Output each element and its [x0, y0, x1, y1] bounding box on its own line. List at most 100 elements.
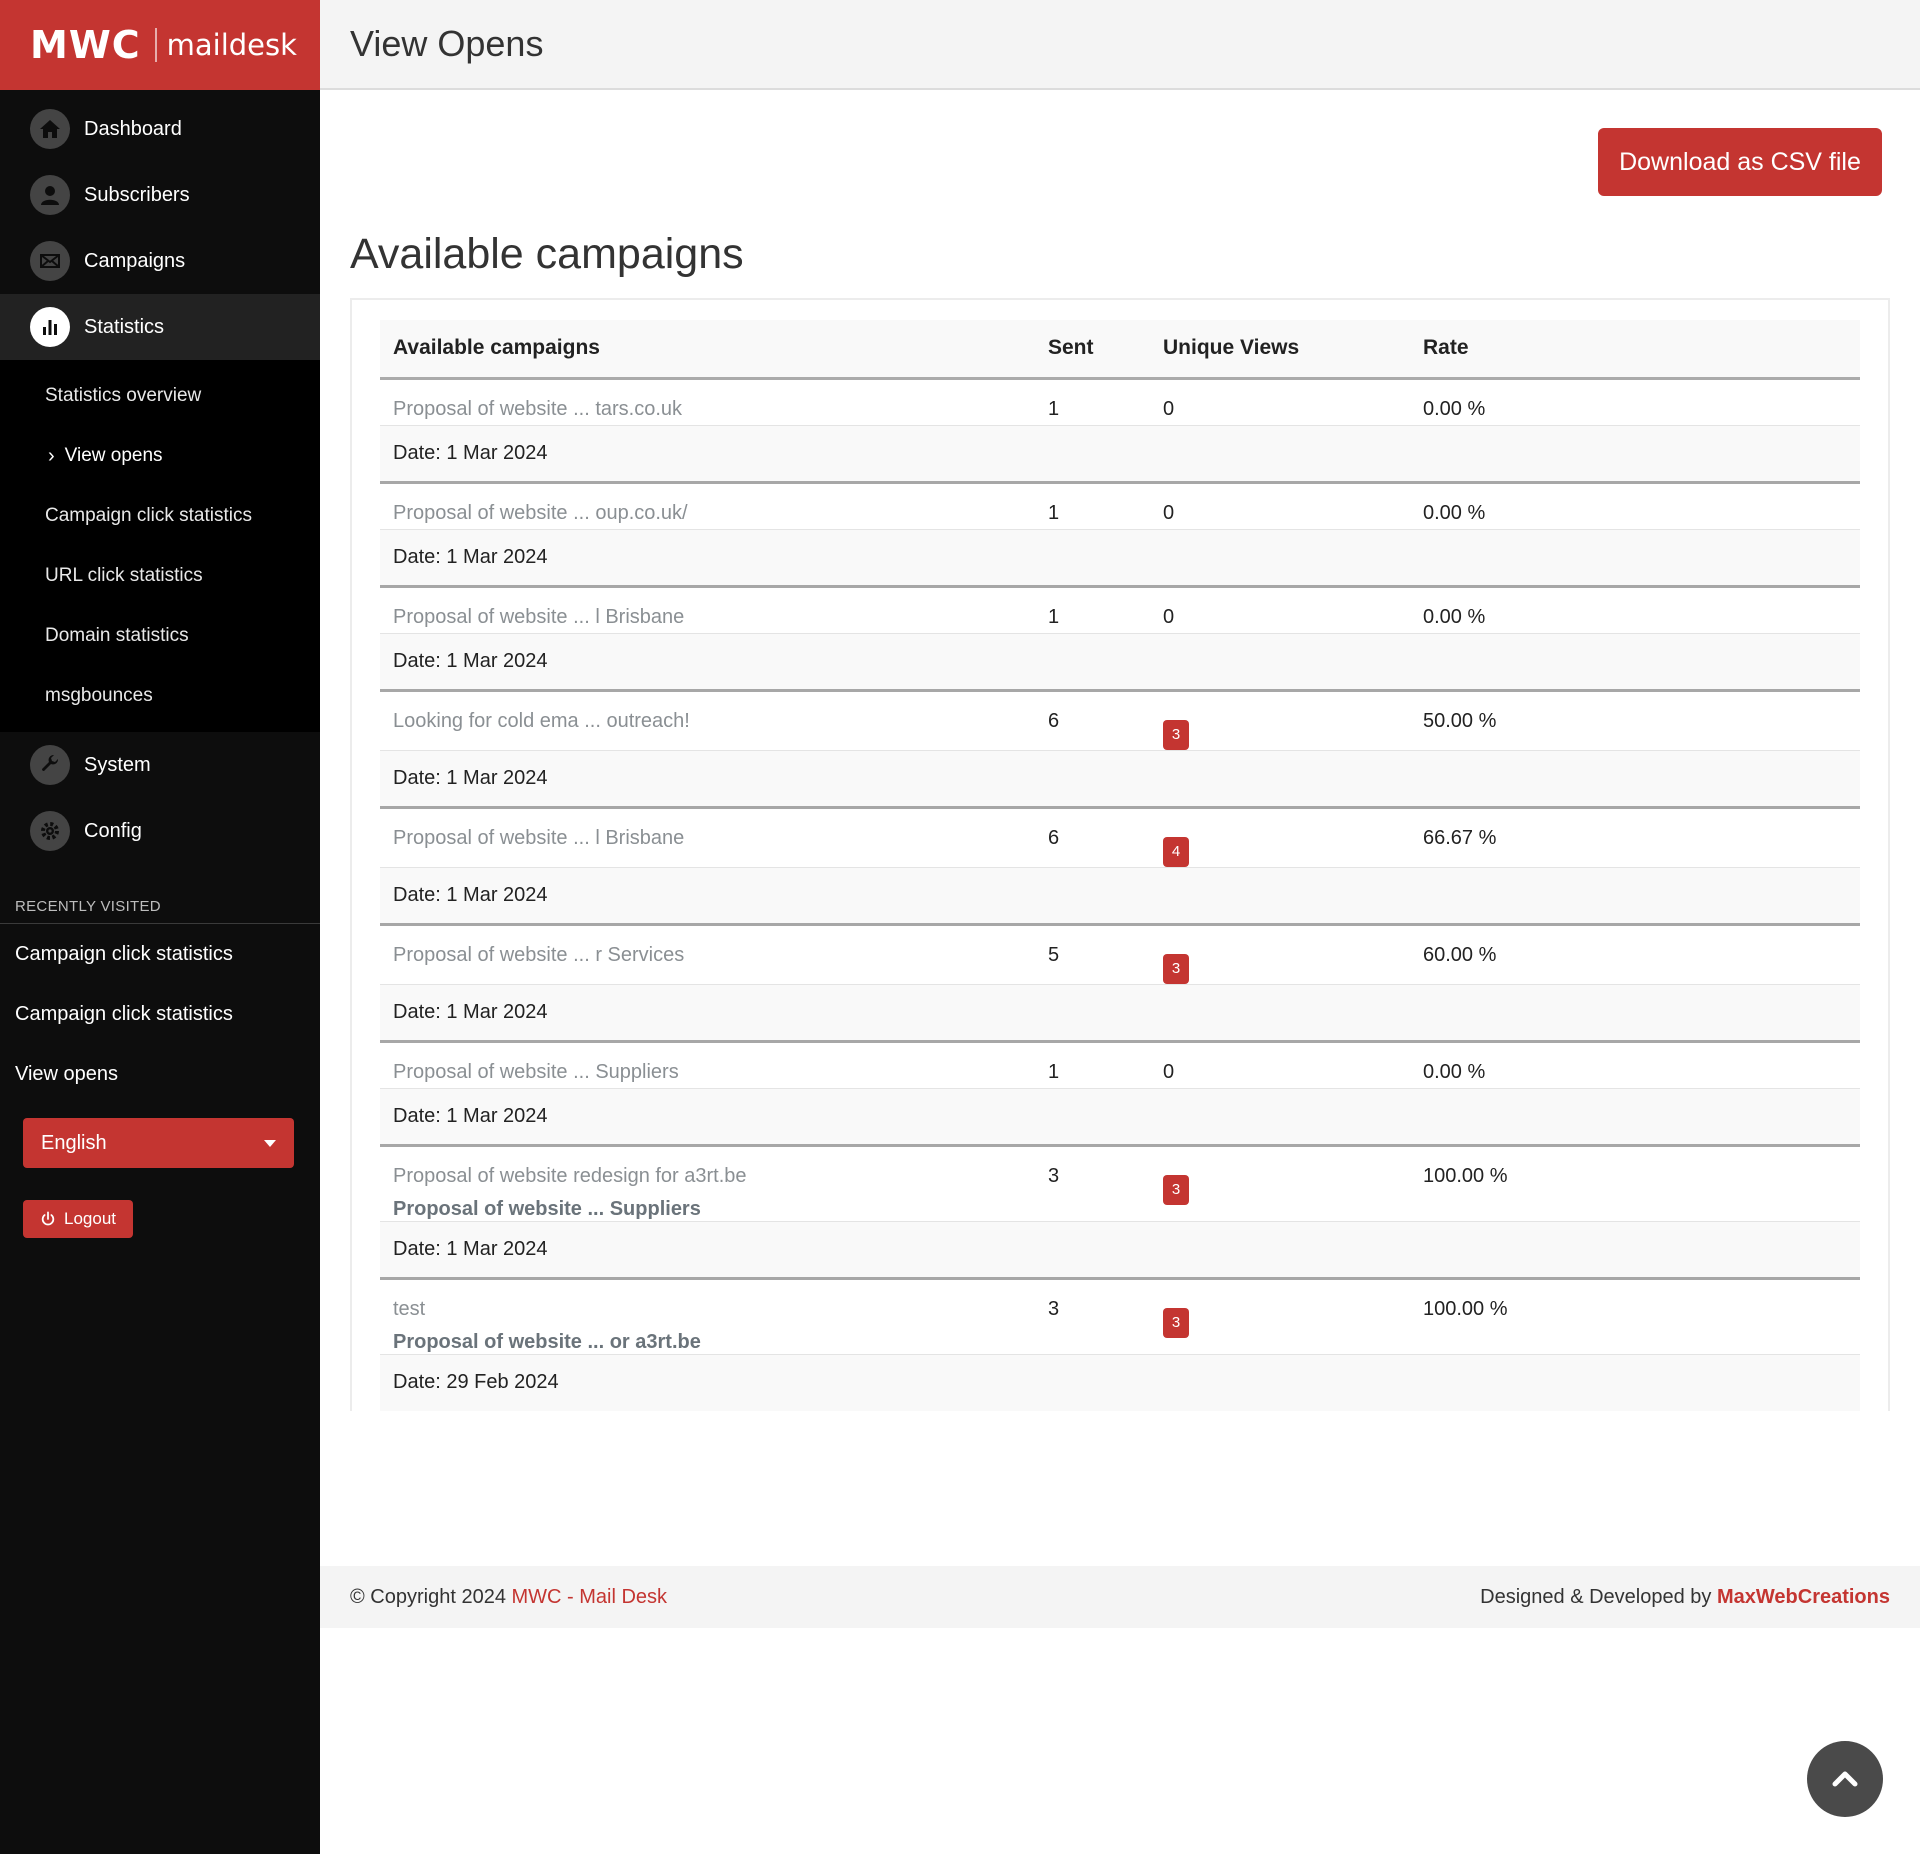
campaign-title-link[interactable]: Proposal of website ... oup.co.uk/ — [393, 502, 688, 524]
brand-name: maildesk — [166, 28, 297, 62]
table-row-date: Date: 1 Mar 2024 — [380, 1221, 1860, 1280]
subnav-item-domain-statistics[interactable]: Domain statistics — [0, 606, 320, 666]
recent-item[interactable]: View opens — [0, 1044, 320, 1104]
table-row-date: Date: 29 Feb 2024 — [380, 1354, 1860, 1411]
sent-cell: 1 — [1035, 1041, 1150, 1089]
sidebar-item-statistics[interactable]: Statistics — [0, 294, 320, 360]
unique-views-cell: 0 — [1150, 1041, 1410, 1089]
unique-views-badge[interactable]: 3 — [1163, 1307, 1189, 1338]
campaign-title-link[interactable]: Proposal of website ... r Services — [393, 944, 684, 966]
campaign-date: Date: 1 Mar 2024 — [380, 529, 1860, 588]
unique-views-cell: 3 — [1150, 1145, 1410, 1222]
sidebar-item-label: Config — [84, 819, 142, 842]
campaign-title-link[interactable]: Proposal of website ... l Brisbane — [393, 827, 684, 849]
wrench-icon — [30, 745, 70, 785]
statistics-subnav: Statistics overview › View opens Campaig… — [0, 360, 320, 732]
sidebar-item-dashboard[interactable]: Dashboard — [0, 96, 320, 162]
unique-views-cell: 3 — [1150, 924, 1410, 985]
unique-views-cell: 3 — [1150, 690, 1410, 751]
campaign-cell: Proposal of website ... oup.co.uk/ — [380, 482, 1035, 530]
table-row: test Proposal of website ... or a3rt.be 3 3… — [380, 1278, 1860, 1355]
unique-views-badge[interactable]: 3 — [1163, 1174, 1189, 1205]
rate-cell: 60.00 % — [1410, 924, 1860, 985]
footer-copyright: © Copyright 2024 MWC - Mail Desk — [350, 1586, 667, 1609]
envelope-icon — [30, 241, 70, 281]
sidebar-item-campaigns[interactable]: Campaigns — [0, 228, 320, 294]
rate-cell: 0.00 % — [1410, 482, 1860, 530]
table-row: Proposal of website ... Suppliers 1 0 0.00 … — [380, 1041, 1860, 1089]
campaign-title-link[interactable]: Looking for cold ema ... outreach! — [393, 710, 690, 732]
campaign-title-link[interactable]: Proposal of website ... tars.co.uk — [393, 398, 682, 420]
footer-brand-link[interactable]: MWC - Mail Desk — [512, 1586, 668, 1608]
table-body: Proposal of website ... tars.co.uk 1 0 0.00… — [380, 378, 1860, 1411]
brand-bar[interactable]: MWC maildesk — [0, 0, 320, 90]
power-icon — [41, 1211, 55, 1226]
table-row: Looking for cold ema ... outreach! 6 3 50.0… — [380, 690, 1860, 751]
campaign-title-link[interactable]: Proposal of website redesign for a3rt.be — [393, 1165, 747, 1187]
chevron-right-icon: › — [48, 444, 55, 467]
sent-cell: 1 — [1035, 586, 1150, 634]
footer-developer-link[interactable]: MaxWebCreations — [1717, 1586, 1890, 1608]
sent-cell: 3 — [1035, 1278, 1150, 1355]
download-csv-button[interactable]: Download as CSV file — [1598, 128, 1882, 196]
sidebar-item-system[interactable]: System — [0, 732, 320, 798]
campaign-cell: Proposal of website ... l Brisbane — [380, 586, 1035, 634]
campaign-date: Date: 29 Feb 2024 — [380, 1354, 1860, 1411]
brand-logo: MWC — [30, 23, 141, 67]
recent-item[interactable]: Campaign click statistics — [0, 984, 320, 1044]
rate-cell: 0.00 % — [1410, 378, 1860, 426]
campaign-title-link[interactable]: Proposal of website ... l Brisbane — [393, 606, 684, 628]
rate-cell: 66.67 % — [1410, 807, 1860, 868]
subnav-item-msgbounces[interactable]: msgbounces — [0, 666, 320, 726]
chevron-up-icon — [1832, 1771, 1858, 1787]
subnav-item-label: View opens — [64, 445, 163, 466]
logout-button[interactable]: Logout — [23, 1200, 133, 1238]
campaign-date: Date: 1 Mar 2024 — [380, 1088, 1860, 1147]
column-header-rate[interactable]: Rate — [1410, 320, 1860, 380]
campaign-date: Date: 1 Mar 2024 — [380, 633, 1860, 692]
table-row: Proposal of website ... r Services 5 3 60.0… — [380, 924, 1860, 985]
subnav-item-view-opens[interactable]: › View opens — [0, 426, 320, 486]
table-row: Proposal of website redesign for a3rt.be… — [380, 1145, 1860, 1222]
unique-views-badge[interactable]: 4 — [1163, 836, 1189, 867]
campaign-cell: Proposal of website ... l Brisbane — [380, 807, 1035, 868]
rate-cell: 0.00 % — [1410, 1041, 1860, 1089]
sidebar-item-label: Dashboard — [84, 117, 182, 140]
subnav-item-statistics-overview[interactable]: Statistics overview — [0, 366, 320, 426]
caret-down-icon — [264, 1139, 276, 1147]
sidebar: MWC maildesk Dashboard Subscribers Campa… — [0, 0, 320, 1854]
sidebar-item-subscribers[interactable]: Subscribers — [0, 162, 320, 228]
unique-views-cell: 4 — [1150, 807, 1410, 868]
unique-views-cell: 3 — [1150, 1278, 1410, 1355]
unique-views-cell: 0 — [1150, 482, 1410, 530]
campaign-title-link[interactable]: test — [393, 1298, 425, 1320]
campaign-cell: Proposal of website ... Suppliers — [380, 1041, 1035, 1089]
subnav-item-url-click-statistics[interactable]: URL click statistics — [0, 546, 320, 606]
subnav-item-campaign-click-statistics[interactable]: Campaign click statistics — [0, 486, 320, 546]
column-header-unique-views[interactable]: Unique Views — [1150, 320, 1410, 380]
unique-views-value: 0 — [1163, 501, 1175, 524]
bar-chart-icon — [30, 307, 70, 347]
footer: © Copyright 2024 MWC - Mail Desk Designe… — [320, 1566, 1920, 1628]
sidebar-item-label: Campaigns — [84, 249, 186, 272]
scroll-to-top-button[interactable] — [1807, 1741, 1883, 1817]
campaign-title-link[interactable]: Proposal of website ... Suppliers — [393, 1061, 679, 1083]
sent-cell: 6 — [1035, 690, 1150, 751]
table-row: Proposal of website ... l Brisbane 6 4 66.6… — [380, 807, 1860, 868]
table-row-date: Date: 1 Mar 2024 — [380, 1088, 1860, 1147]
sidebar-item-config[interactable]: Config — [0, 798, 320, 864]
column-header-sent[interactable]: Sent — [1035, 320, 1150, 380]
unique-views-badge[interactable]: 3 — [1163, 719, 1189, 750]
column-header-campaign[interactable]: Available campaigns — [380, 320, 1035, 380]
table-row-date: Date: 1 Mar 2024 — [380, 425, 1860, 484]
unique-views-cell: 0 — [1150, 586, 1410, 634]
designed-by-text: Designed & Developed by — [1480, 1585, 1717, 1608]
sidebar-item-label: System — [84, 753, 151, 776]
language-select[interactable]: English — [23, 1118, 294, 1168]
table-row-date: Date: 1 Mar 2024 — [380, 750, 1860, 809]
campaigns-panel: Available campaigns Sent Unique Views Ra… — [350, 298, 1890, 1411]
unique-views-cell: 0 — [1150, 378, 1410, 426]
page-header: View Opens — [320, 0, 1920, 90]
recent-item[interactable]: Campaign click statistics — [0, 924, 320, 984]
unique-views-badge[interactable]: 3 — [1163, 953, 1189, 984]
